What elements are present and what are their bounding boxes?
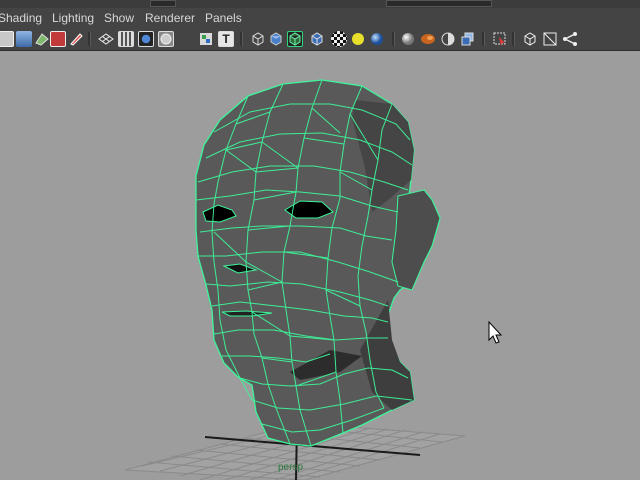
wireframe-shading-icon[interactable] — [250, 31, 266, 47]
panel-toolbar: T — [0, 28, 640, 51]
menu-renderer[interactable]: Renderer — [145, 11, 195, 25]
maya-viewport-window: Shading Lighting Show Renderer Panels T — [0, 0, 640, 480]
grid-toggle-icon[interactable] — [98, 31, 114, 47]
top-field-wide[interactable] — [386, 0, 492, 7]
perspective-viewport[interactable]: persp — [0, 51, 640, 480]
camera-attributes-icon[interactable] — [16, 31, 32, 47]
image-plane-icon[interactable] — [50, 31, 66, 47]
isolate-select-icon[interactable] — [492, 31, 508, 47]
menu-shading[interactable]: Shading — [0, 11, 42, 25]
menu-show[interactable]: Show — [104, 11, 134, 25]
screen-space-ao-icon[interactable] — [420, 31, 436, 47]
text-t-icon[interactable]: T — [218, 31, 234, 47]
toolbar-separator — [240, 32, 243, 46]
wireframe-on-shaded-icon[interactable] — [287, 31, 303, 47]
toolbar-separator — [512, 32, 515, 46]
anti-aliasing-icon[interactable] — [460, 31, 476, 47]
bookmark-icon[interactable] — [34, 31, 50, 47]
film-gate-icon[interactable] — [118, 31, 134, 47]
viewport-scene — [124, 79, 503, 480]
mouse-cursor — [488, 320, 503, 344]
top-field-small[interactable] — [150, 0, 176, 7]
safe-title-icon[interactable] — [198, 31, 214, 47]
xray-joints-icon[interactable] — [542, 31, 558, 47]
toolbar-separator — [88, 32, 91, 46]
shadows-icon[interactable] — [369, 31, 385, 47]
top-strip — [0, 0, 640, 8]
flat-shading-icon[interactable] — [309, 31, 325, 47]
use-lights-icon[interactable] — [350, 31, 366, 47]
panel-menu-bar: Shading Lighting Show Renderer Panels — [0, 8, 640, 28]
menu-panels[interactable]: Panels — [205, 11, 242, 25]
select-camera-icon[interactable] — [0, 31, 14, 47]
component-xray-icon[interactable] — [562, 31, 578, 47]
toolbar-separator — [392, 32, 395, 46]
textured-icon[interactable] — [331, 31, 347, 47]
high-quality-icon[interactable] — [400, 31, 416, 47]
gate-mask-icon[interactable] — [158, 31, 174, 47]
wireframe-icon[interactable] — [68, 31, 84, 47]
motion-blur-icon[interactable] — [440, 31, 456, 47]
menu-lighting[interactable]: Lighting — [52, 11, 94, 25]
head-mesh — [195, 79, 441, 447]
xray-icon[interactable] — [522, 31, 538, 47]
toolbar-separator — [482, 32, 485, 46]
resolution-gate-icon[interactable] — [138, 31, 154, 47]
camera-name-label: persp — [278, 462, 304, 473]
smooth-shading-icon[interactable] — [268, 31, 284, 47]
